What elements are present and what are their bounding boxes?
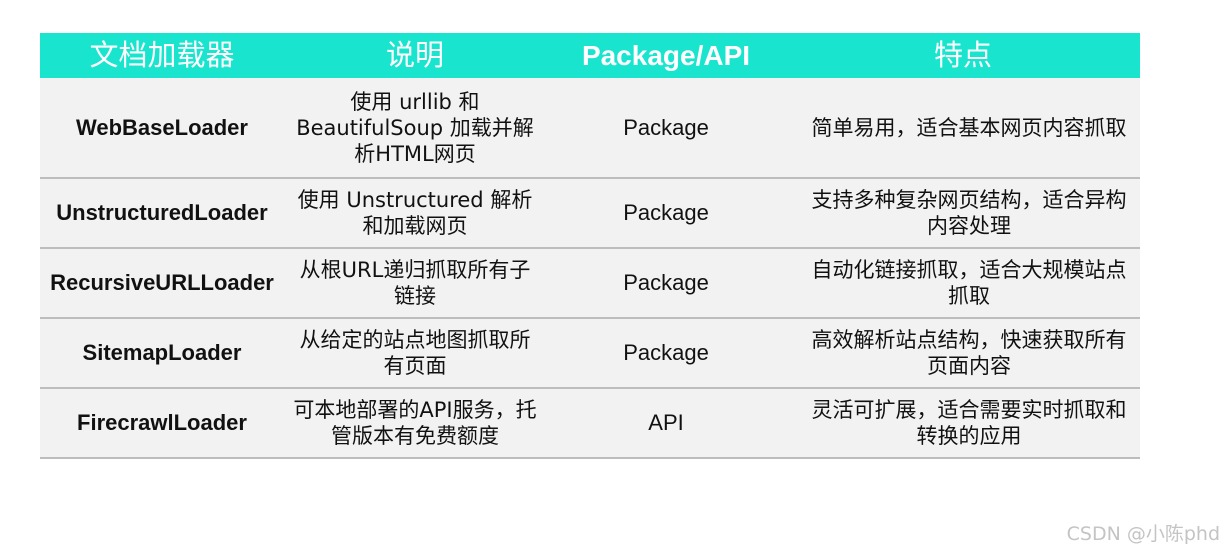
loader-package-api: API <box>546 388 786 459</box>
features-text: 支持多种复杂网页结构，适合异构内容处理 <box>811 188 1127 238</box>
loader-description: 使用 Unstructured 解析和加载网页 <box>284 178 546 249</box>
description-text: 使用 urllib 和 BeautifulSoup 加载并解析HTML网页 <box>296 89 534 166</box>
description-text: 从根URL递归抓取所有子链接 <box>299 258 531 308</box>
loader-package-api: Package <box>546 318 786 389</box>
table-row: RecursiveURLLoader 从根URL递归抓取所有子链接 Packag… <box>40 248 1140 319</box>
watermark: CSDN @小陈phd <box>1066 523 1220 545</box>
table-row: SitemapLoader 从给定的站点地图抓取所有页面 Package 高效解… <box>40 318 1140 389</box>
description-text: 使用 Unstructured 解析和加载网页 <box>297 188 533 238</box>
table-row: FirecrawlLoader 可本地部署的API服务，托管版本有免费额度 AP… <box>40 388 1140 459</box>
loader-description: 从根URL递归抓取所有子链接 <box>284 248 546 319</box>
header-loader: 文档加载器 <box>40 33 284 78</box>
loader-name: FirecrawlLoader <box>40 388 284 459</box>
description-text: 可本地部署的API服务，托管版本有免费额度 <box>293 398 537 448</box>
table-row: UnstructuredLoader 使用 Unstructured 解析和加载… <box>40 178 1140 249</box>
table-header: 文档加载器 说明 Package/API 特点 <box>40 33 1140 78</box>
loader-features: 灵活可扩展，适合需要实时抓取和转换的应用 <box>786 388 1140 459</box>
loader-package-api: Package <box>546 178 786 249</box>
header-row: 文档加载器 说明 Package/API 特点 <box>40 33 1140 78</box>
description-text: 从给定的站点地图抓取所有页面 <box>299 328 531 378</box>
loader-package-api: Package <box>546 78 786 179</box>
header-package-api: Package/API <box>546 33 786 78</box>
loader-package-api: Package <box>546 248 786 319</box>
header-features: 特点 <box>786 33 1140 78</box>
loader-comparison-table: 文档加载器 说明 Package/API 特点 WebBaseLoader 使用… <box>40 33 1140 459</box>
loader-features: 支持多种复杂网页结构，适合异构内容处理 <box>786 178 1140 249</box>
loader-description: 可本地部署的API服务，托管版本有免费额度 <box>284 388 546 459</box>
table-row: WebBaseLoader 使用 urllib 和 BeautifulSoup … <box>40 78 1140 179</box>
features-text: 灵活可扩展，适合需要实时抓取和转换的应用 <box>811 398 1127 448</box>
loader-description: 使用 urllib 和 BeautifulSoup 加载并解析HTML网页 <box>284 78 546 179</box>
page: 文档加载器 说明 Package/API 特点 WebBaseLoader 使用… <box>0 0 1226 554</box>
features-text: 高效解析站点结构，快速获取所有页面内容 <box>811 328 1127 378</box>
loader-description: 从给定的站点地图抓取所有页面 <box>284 318 546 389</box>
loader-name: WebBaseLoader <box>40 78 284 179</box>
loader-name: SitemapLoader <box>40 318 284 389</box>
loader-features: 简单易用，适合基本网页内容抓取 <box>786 78 1140 179</box>
header-description: 说明 <box>284 33 546 78</box>
loader-name: RecursiveURLLoader <box>40 248 284 319</box>
features-text: 简单易用，适合基本网页内容抓取 <box>811 115 1127 140</box>
loader-features: 高效解析站点结构，快速获取所有页面内容 <box>786 318 1140 389</box>
features-text: 自动化链接抓取，适合大规模站点抓取 <box>811 258 1127 308</box>
table-body: WebBaseLoader 使用 urllib 和 BeautifulSoup … <box>40 78 1140 459</box>
loader-features: 自动化链接抓取，适合大规模站点抓取 <box>786 248 1140 319</box>
loader-name: UnstructuredLoader <box>40 178 284 249</box>
